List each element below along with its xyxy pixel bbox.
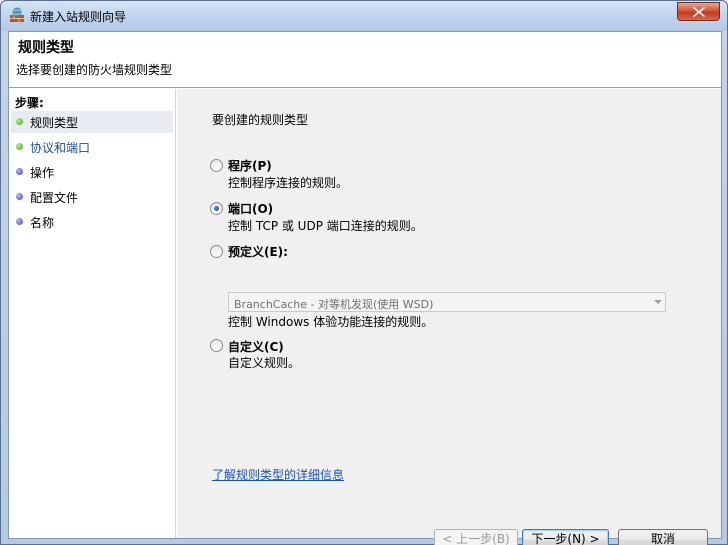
step-protocol-ports[interactable]: 协议和端口 — [11, 136, 173, 158]
back-button[interactable]: < 上一步(B) — [434, 529, 518, 545]
step-label: 协议和端口 — [30, 141, 91, 155]
steps-panel: 步骤: 规则类型 协议和端口 操作 配置文件 名称 — [9, 89, 176, 538]
step-status-icon — [16, 143, 23, 150]
custom-option-label[interactable]: 自定义(C) — [228, 338, 284, 355]
steps-title: 步骤: — [15, 96, 44, 110]
step-status-icon — [16, 118, 23, 125]
wizard-header: 规则类型 选择要创建的防火墙规则类型 — [9, 32, 721, 88]
firewall-icon — [9, 7, 25, 23]
step-name: 名称 — [11, 211, 173, 233]
step-status-icon — [16, 168, 23, 175]
program-radio[interactable] — [210, 159, 223, 172]
step-profile: 配置文件 — [11, 186, 173, 208]
cancel-button[interactable]: 取消 — [618, 529, 708, 545]
main-panel: 要创建的规则类型 程序(P) 控制程序连接的规则。 端口(O) 控制 TCP 或… — [177, 89, 721, 545]
predefined-radio[interactable] — [210, 245, 223, 258]
wizard-window: 新建入站规则向导 规则类型 选择要创建的防火墙规则类型 步骤: 规则类型 协议和… — [0, 0, 728, 545]
title-bar[interactable]: 新建入站规则向导 — [1, 1, 727, 31]
step-status-icon — [16, 218, 23, 225]
step-label: 操作 — [30, 166, 55, 180]
page-title: 规则类型 — [18, 40, 74, 56]
predefined-option-label[interactable]: 预定义(E): — [228, 243, 288, 260]
predefined-option-description: 控制 Windows 体验功能连接的规则。 — [228, 315, 434, 329]
client-area: 规则类型 选择要创建的防火墙规则类型 步骤: 规则类型 协议和端口 操作 配置文… — [8, 31, 722, 545]
step-label: 规则类型 — [30, 116, 79, 130]
learn-more-link[interactable]: 了解规则类型的详细信息 — [212, 466, 344, 483]
step-action: 操作 — [11, 161, 173, 183]
page-subtitle: 选择要创建的防火墙规则类型 — [16, 63, 173, 77]
predefined-select-value: BranchCache - 对等机发现(使用 WSD) — [234, 298, 434, 311]
close-icon — [693, 7, 705, 17]
port-option-description: 控制 TCP 或 UDP 端口连接的规则。 — [228, 219, 423, 233]
step-label: 名称 — [30, 216, 55, 230]
chevron-down-icon — [654, 300, 662, 304]
custom-radio[interactable] — [210, 339, 223, 352]
program-option-description: 控制程序连接的规则。 — [228, 176, 349, 190]
step-status-icon — [16, 193, 23, 200]
window-title: 新建入站规则向导 — [30, 10, 127, 24]
port-option-label[interactable]: 端口(O) — [228, 200, 273, 217]
port-radio[interactable] — [210, 202, 223, 215]
program-option-label[interactable]: 程序(P) — [228, 157, 272, 174]
step-label: 配置文件 — [30, 191, 79, 205]
step-rule-type[interactable]: 规则类型 — [11, 111, 173, 133]
next-button[interactable]: 下一步(N) > — [522, 529, 609, 545]
rule-type-prompt: 要创建的规则类型 — [212, 113, 309, 127]
predefined-select[interactable]: BranchCache - 对等机发现(使用 WSD) — [228, 292, 666, 312]
close-button[interactable] — [677, 2, 720, 21]
custom-option-description: 自定义规则。 — [228, 356, 301, 370]
